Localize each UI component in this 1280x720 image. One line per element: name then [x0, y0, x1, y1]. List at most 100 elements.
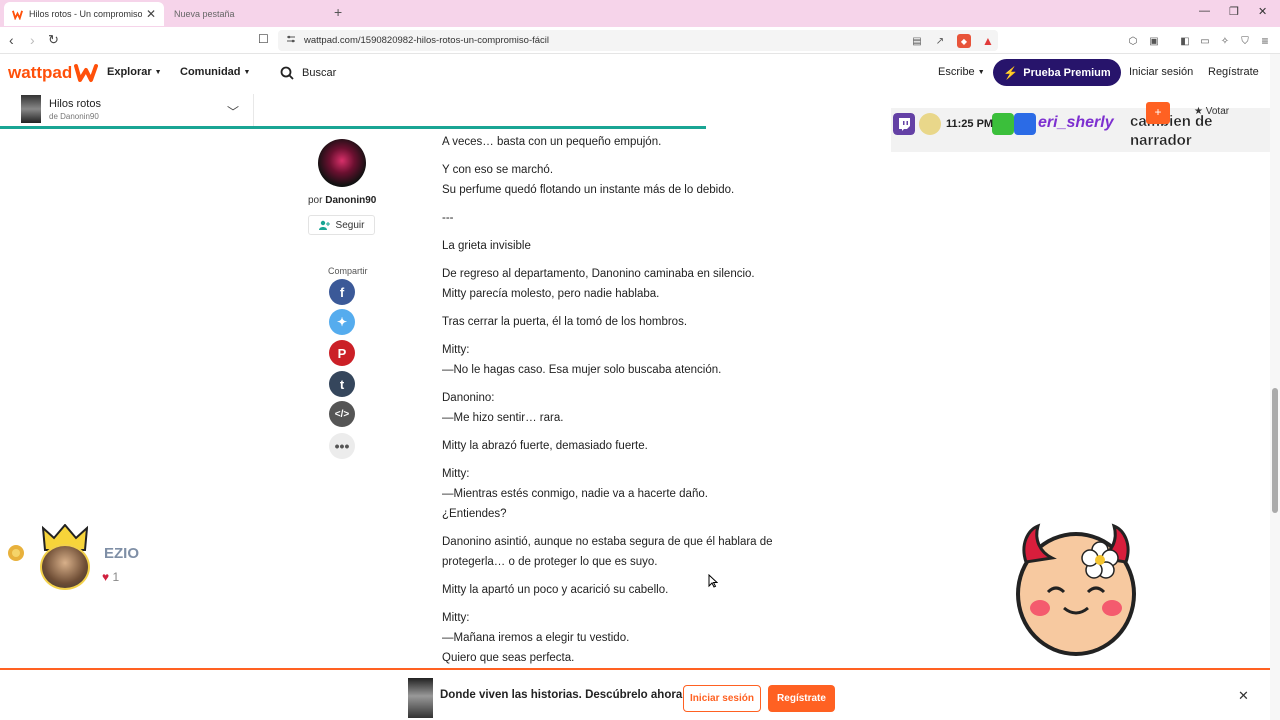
story-title[interactable]: Hilos rotos: [49, 98, 101, 110]
pinterest-icon[interactable]: P: [329, 340, 355, 366]
leo-ai-icon[interactable]: ✧: [1218, 34, 1232, 48]
story-line: A veces… basta con un pequeño empujón.: [442, 136, 662, 148]
escribe-menu[interactable]: Escribe ▼: [938, 66, 985, 78]
story-line: Mitty:: [442, 344, 470, 356]
back-icon[interactable]: ‹: [9, 32, 14, 48]
reload-icon[interactable]: ↻: [48, 32, 59, 48]
site-settings-icon[interactable]: [286, 34, 296, 44]
restore-icon[interactable]: ❐: [1229, 5, 1239, 18]
story-line: Mitty la apartó un poco y acarició su ca…: [442, 584, 669, 596]
search-icon: [280, 66, 294, 80]
more-icon[interactable]: •••: [329, 433, 355, 459]
scrollbar-thumb[interactable]: [1272, 388, 1278, 513]
wattpad-w-icon: [74, 64, 99, 82]
extensions-icon[interactable]: ⬡: [1126, 34, 1140, 48]
vote-button[interactable]: ★ Votar: [1194, 106, 1229, 117]
add-to-list-button[interactable]: +: [1146, 102, 1170, 124]
tab-label: Hilos rotos - Un compromiso fácil: [29, 9, 142, 19]
verified-icon: [1014, 113, 1036, 135]
author-byline: por Danonin90: [308, 195, 376, 206]
brave-shield-icon[interactable]: ◆: [957, 34, 971, 48]
logo-text: wattpad: [8, 63, 73, 82]
banner-login-button[interactable]: Iniciar sesión: [683, 685, 761, 712]
ezio-avatar: [40, 544, 90, 590]
author-name[interactable]: Danonin90: [325, 195, 376, 206]
embed-icon[interactable]: </>: [329, 401, 355, 427]
reading-progress-bar: [0, 126, 706, 129]
explorar-menu[interactable]: Explorar ▼: [107, 66, 162, 78]
banner-text: Donde viven las historias. Descúbrelo ah…: [440, 689, 683, 701]
login-link[interactable]: Iniciar sesión: [1129, 66, 1193, 78]
story-paragraph: De regreso al departamento, Danonino cam…: [442, 264, 755, 304]
caret-down-icon: ▼: [243, 68, 251, 76]
explorar-label: Explorar: [107, 66, 152, 78]
sidebar-icon[interactable]: ◧: [1178, 34, 1192, 48]
comunidad-menu[interactable]: Comunidad ▼: [180, 66, 250, 78]
menu-icon[interactable]: ≡: [1258, 34, 1272, 48]
medal-icon: [8, 545, 24, 561]
widget-count-row: ♥ 1: [102, 570, 119, 584]
add-user-icon: [318, 220, 330, 230]
story-paragraph: Mitty: —Mientras estés conmigo, nadie va …: [442, 464, 708, 524]
url-bar[interactable]: wattpad.com/1590820982-hilos-rotos-un-co…: [278, 30, 998, 51]
widget-name: EZIO: [104, 545, 140, 562]
story-line: Danonino asintió, aunque no estaba segur…: [442, 536, 773, 548]
story-paragraph: Tras cerrar la puerta, él la tomó de los…: [442, 312, 687, 332]
search-button[interactable]: Buscar: [280, 66, 336, 80]
story-paragraph: Mitty: —Mañana iremos a elegir tu vestido…: [442, 608, 629, 668]
wallet2-icon[interactable]: ▭: [1198, 34, 1212, 48]
mascot-sticker: [1016, 523, 1136, 656]
author-avatar[interactable]: [318, 139, 366, 187]
story-line: —Mientras estés conmigo, nadie va a hace…: [442, 488, 708, 500]
follow-button[interactable]: Seguir: [308, 215, 375, 235]
story-line: Danonino:: [442, 392, 495, 404]
rewards-icon[interactable]: ▲: [981, 34, 995, 48]
follow-label: Seguir: [335, 219, 365, 231]
story-line: Mitty:: [442, 468, 470, 480]
story-line: ---: [442, 212, 454, 224]
tumblr-icon[interactable]: t: [329, 371, 355, 397]
twitter-icon[interactable]: ✦: [329, 309, 355, 335]
register-link[interactable]: Regístrate: [1208, 66, 1259, 78]
story-line: La grieta invisible: [442, 240, 531, 252]
tab-close-icon[interactable]: ✕: [146, 7, 156, 21]
premium-button[interactable]: ⚡ Prueba Premium: [993, 59, 1121, 86]
vpn-icon[interactable]: ⛉: [1238, 34, 1252, 48]
story-line: protegerla… o de proteger lo que es suyo…: [442, 556, 658, 568]
search-label: Buscar: [302, 67, 337, 79]
badge-icon: [992, 113, 1014, 135]
forward-icon[interactable]: ›: [30, 32, 35, 48]
widget-count: 1: [112, 570, 120, 584]
banner-close-icon[interactable]: ✕: [1238, 688, 1249, 704]
page-scrollbar[interactable]: [1270, 54, 1280, 720]
story-cover[interactable]: [21, 95, 41, 123]
story-line: Mitty:: [442, 612, 470, 624]
minimize-icon[interactable]: —: [1199, 5, 1210, 17]
escribe-label: Escribe: [938, 66, 975, 78]
bolt-icon: ⚡: [1003, 65, 1019, 80]
browser-tabbar: Hilos rotos - Un compromiso fácil ✕ Nuev…: [0, 0, 1280, 27]
wattpad-favicon-icon: [12, 10, 23, 20]
tab-nueva-pestana[interactable]: Nueva pestaña: [166, 2, 326, 26]
heart-icon: ♥: [102, 570, 110, 584]
wattpad-logo[interactable]: wattpad: [8, 63, 99, 83]
story-paragraph: Mitty la apartó un poco y acarició su ca…: [442, 580, 668, 600]
chevron-down-icon[interactable]: ﹀: [227, 103, 239, 120]
wallet-icon[interactable]: ▣: [1147, 34, 1161, 48]
share-page-icon[interactable]: ↗: [933, 34, 947, 48]
mouse-cursor-icon: [708, 574, 718, 588]
story-paragraph: ---: [442, 208, 454, 228]
reader-icon[interactable]: ▤: [910, 34, 924, 48]
story-line: Tras cerrar la puerta, él la tomó de los…: [442, 316, 688, 328]
caret-down-icon: ▼: [154, 68, 162, 76]
story-line: Y con eso se marchó.: [442, 164, 554, 176]
new-tab-icon[interactable]: +: [334, 4, 342, 20]
tab-hilos-rotos[interactable]: Hilos rotos - Un compromiso fácil ✕: [4, 2, 164, 26]
story-line: Mitty parecía molesto, pero nadie hablab…: [442, 288, 660, 300]
bookmark-icon[interactable]: ☐: [258, 32, 269, 46]
story-paragraph: Mitty: —No le hagas caso. Esa mujer solo …: [442, 340, 721, 380]
close-window-icon[interactable]: ✕: [1258, 5, 1267, 18]
banner-register-button[interactable]: Regístrate: [768, 685, 835, 712]
facebook-icon[interactable]: f: [329, 279, 355, 305]
twitch-icon: [893, 113, 915, 135]
